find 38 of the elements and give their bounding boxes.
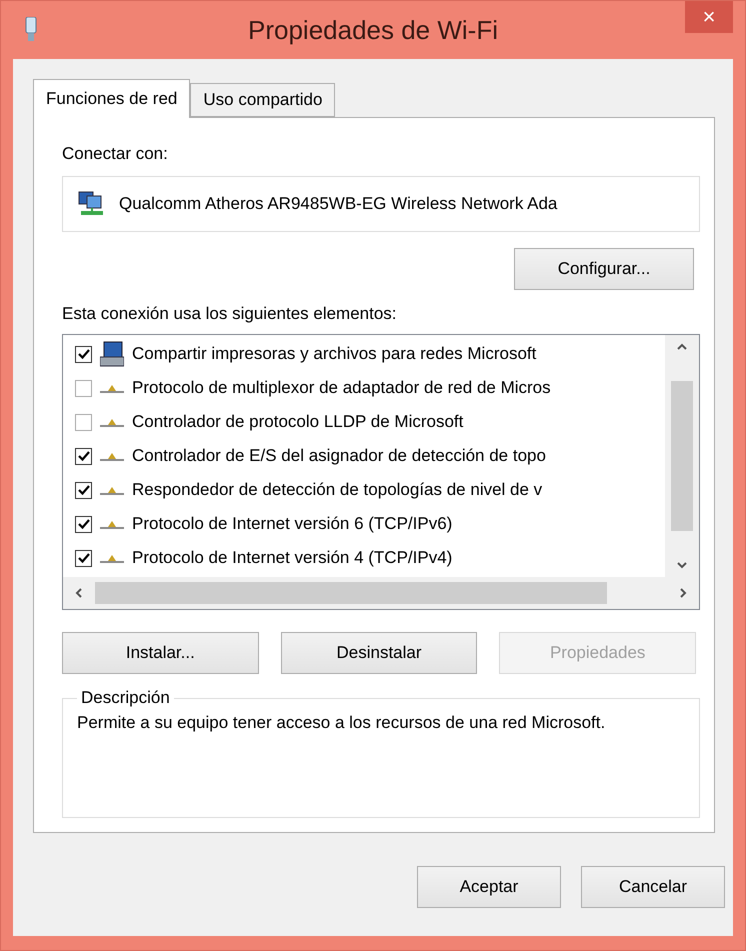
checkbox[interactable] [75,380,92,396]
configure-button[interactable]: Configurar... [514,248,694,290]
protocol-icon [100,451,124,461]
items-label: Esta conexión usa los siguientes elementos: [62,304,398,324]
protocol-icon [100,553,124,563]
item-label: Protocolo de Internet versión 6 (TCP/IPv6) [132,514,452,534]
item-label: Controlador de protocolo LLDP de Microsoft [132,412,464,432]
item-action-button[interactable]: Desinstalar [280,632,478,674]
dialog-button[interactable]: Cancelar [581,866,725,908]
checkbox[interactable] [75,346,92,362]
checkbox[interactable] [75,516,92,532]
connect-label: Conectar con: [62,144,169,164]
protocol-icon [100,485,124,495]
description-title: Descripción [80,688,171,708]
item-label: Respondedor de detección de topologías de nivel de v [132,480,542,500]
checkbox[interactable] [75,414,92,430]
description-text: Permite a su equipo tener acceso a los recursos de una red Microsoft. [77,712,606,734]
protocol-icon [100,519,124,529]
checkbox[interactable] [75,550,92,566]
vertical-scrollbar[interactable] [665,335,699,577]
item-label: Controlador de E/S del asignador de detección de topo [132,446,546,466]
close-button[interactable]: × [685,1,733,33]
window-title: Propiedades de Wi-Fi [248,14,498,46]
dialog-button[interactable]: Aceptar [417,866,561,908]
protocol-icon [100,417,124,427]
item-label: Protocolo de Internet versión 4 (TCP/IPv4) [132,548,452,568]
computer-icon [100,341,124,367]
item-label: Protocolo de multiplexor de adaptador de red de Micros [132,378,551,398]
protocol-icon [100,383,124,393]
tab[interactable]: Uso compartido [190,83,336,117]
tab[interactable]: Funciones de red [33,79,190,118]
adapter-name: Qualcomm Atheros AR9485WB-EG Wireless Network Ada [119,194,558,214]
checkbox[interactable] [75,482,92,498]
checkbox[interactable] [75,448,92,464]
item-label: Compartir impresoras y archivos para redes Microsoft [132,344,536,364]
horizontal-scrollbar[interactable] [63,577,699,609]
network-adapter-icon [25,17,37,43]
item-action-button[interactable]: Instalar... [62,632,259,674]
